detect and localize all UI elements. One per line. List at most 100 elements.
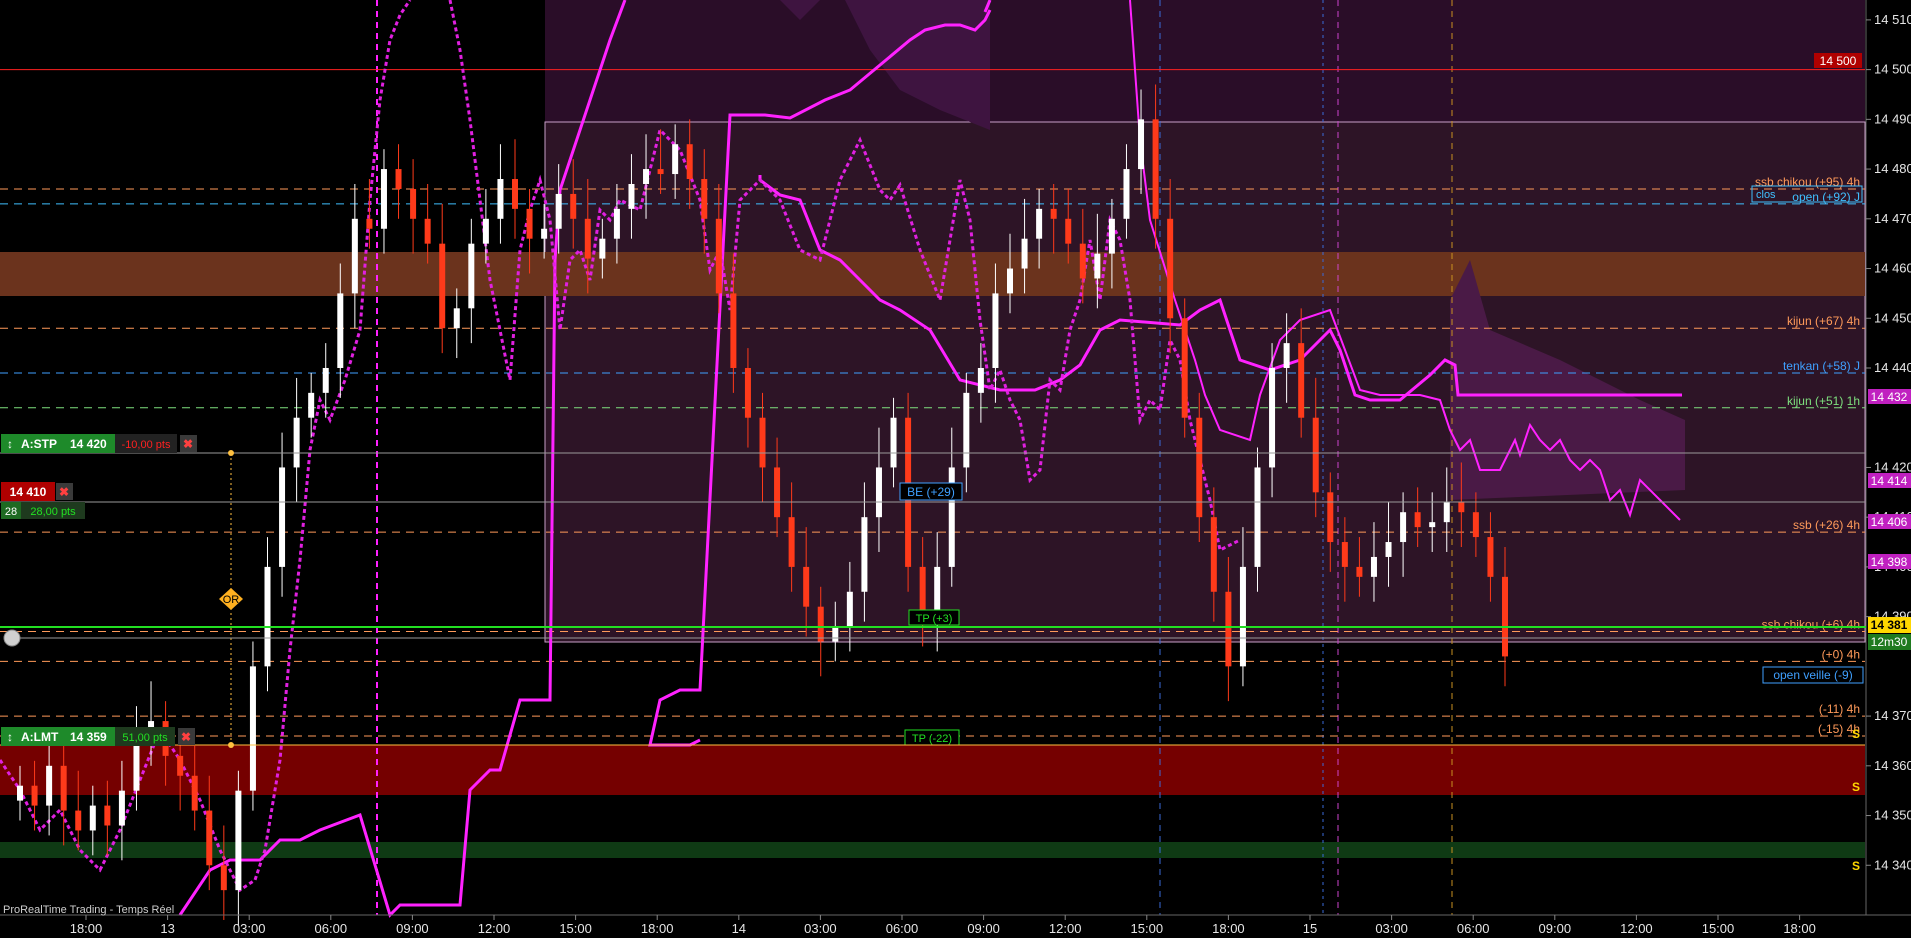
candle-body [672, 144, 679, 175]
x-tick-label: 15:00 [1131, 921, 1164, 936]
label-text: open veille (-9) [1773, 668, 1852, 682]
close-icon[interactable]: ✖ [59, 485, 69, 499]
orange-zone [0, 252, 1865, 296]
candle-body [963, 392, 970, 468]
y-tick-label: 14 500 [1874, 62, 1911, 77]
candle-body [279, 467, 286, 567]
tag-text: 14 398 [1871, 555, 1908, 569]
be-label[interactable]: BE (+29) [899, 482, 963, 501]
bell-icon[interactable] [3, 629, 21, 647]
y-tick-label: 14 460 [1874, 261, 1911, 276]
x-tick-label: 03:00 [804, 921, 837, 936]
x-tick-label: 18:00 [641, 921, 674, 936]
tag-text: 14 414 [1871, 474, 1908, 488]
close-icon[interactable]: ✖ [183, 437, 193, 451]
label-text: clos [1756, 189, 1776, 201]
candle-body [1181, 318, 1188, 418]
candle-body [1138, 119, 1145, 170]
position-price: 14 410 [10, 485, 47, 499]
or-marker[interactable]: OR [219, 588, 243, 610]
x-tick-label: 03:00 [233, 921, 266, 936]
candle-body [890, 417, 897, 468]
candle-body [206, 810, 213, 866]
x-tick-label: 13 [160, 921, 174, 936]
candle-body [17, 785, 23, 801]
candle-body [351, 218, 358, 294]
candle-body [788, 517, 795, 567]
order-type: A:STP [21, 437, 57, 451]
y-tick-label: 14 360 [1874, 758, 1911, 773]
candle-body [1094, 253, 1101, 279]
tag-text: 14 432 [1871, 390, 1908, 404]
support-mark: S [1852, 859, 1860, 873]
price-axis[interactable]: 14 34014 35014 36014 37014 39014 40014 4… [1865, 0, 1911, 915]
candle-body [410, 188, 417, 219]
candle-body [424, 218, 431, 244]
candle-body [1502, 576, 1508, 657]
candle-body [264, 566, 271, 667]
candle-body [191, 775, 198, 811]
candle-body [1327, 492, 1334, 543]
level-label: (+0) 4h [1822, 647, 1860, 661]
candle-body [686, 144, 693, 180]
y-tick-label: 14 450 [1874, 310, 1911, 325]
candle-body [1298, 343, 1305, 418]
level-label: tenkan (+58) J [1783, 359, 1860, 373]
x-tick-label: 15 [1303, 921, 1317, 936]
candle-body [512, 179, 518, 209]
candle-body [1021, 238, 1028, 269]
candle-body [1254, 467, 1261, 567]
open-veille-label: open veille (-9) [1762, 666, 1864, 684]
time-axis[interactable]: 18:00 13 03:00 06:00 09:00 12:00 15:00 18:00 14 0… [0, 914, 1911, 936]
close-icon[interactable]: ✖ [181, 730, 191, 744]
candle-body [249, 666, 256, 791]
candle-body [526, 208, 533, 239]
order-pts: 51,00 pts [122, 732, 168, 744]
candle-body [1385, 542, 1392, 557]
candle-body [177, 755, 184, 776]
candle-body [1036, 208, 1043, 239]
y-tick-label: 14 420 [1874, 459, 1911, 474]
label-text: TP (+3) [916, 613, 953, 625]
candle-body [803, 566, 810, 607]
candle-body [715, 218, 722, 294]
candle-body [817, 606, 824, 642]
candle-body [744, 367, 751, 418]
tag-14406: 14 406 [1868, 514, 1911, 529]
candle-body [75, 810, 82, 831]
candle-body [570, 193, 577, 219]
x-tick-label: 06:00 [315, 921, 348, 936]
x-tick-label: 14 [732, 921, 746, 936]
candle-body [1429, 522, 1436, 528]
candle-body [1312, 417, 1319, 493]
x-tick-label: 09:00 [1539, 921, 1572, 936]
order-pts: -10,00 pts [122, 439, 171, 451]
candle-body [439, 243, 446, 329]
candle-body [118, 790, 125, 826]
tp-up-label[interactable]: TP (+3) [908, 609, 960, 626]
candle-body [584, 218, 591, 259]
candle-body [555, 193, 562, 229]
x-tick-label: 06:00 [1457, 921, 1490, 936]
candle-body [1356, 566, 1363, 577]
candle-body [628, 183, 635, 209]
candle-body [1007, 268, 1013, 294]
candle-body [613, 208, 620, 239]
y-tick-label: 14 350 [1874, 808, 1911, 823]
candle-body [643, 169, 650, 184]
candle-body [1370, 556, 1377, 577]
label-text: TP (-22) [912, 733, 952, 745]
candle-body [1414, 512, 1421, 528]
order-anchor[interactable] [228, 742, 234, 748]
tp-down-label[interactable]: TP (-22) [904, 729, 960, 746]
price-chart[interactable]: ssb chikou (+95) 4hopen (+92) Jkijun (+6… [0, 0, 1911, 938]
candle-body [599, 238, 606, 259]
candle-body [322, 367, 329, 393]
y-tick-label: 14 470 [1874, 211, 1911, 226]
candle-body [977, 367, 984, 393]
y-tick-label: 14 440 [1874, 360, 1911, 375]
x-tick-label: 12:00 [1049, 921, 1082, 936]
candle-body [774, 467, 781, 518]
candle-body [948, 467, 955, 567]
x-tick-label: 12:00 [478, 921, 511, 936]
